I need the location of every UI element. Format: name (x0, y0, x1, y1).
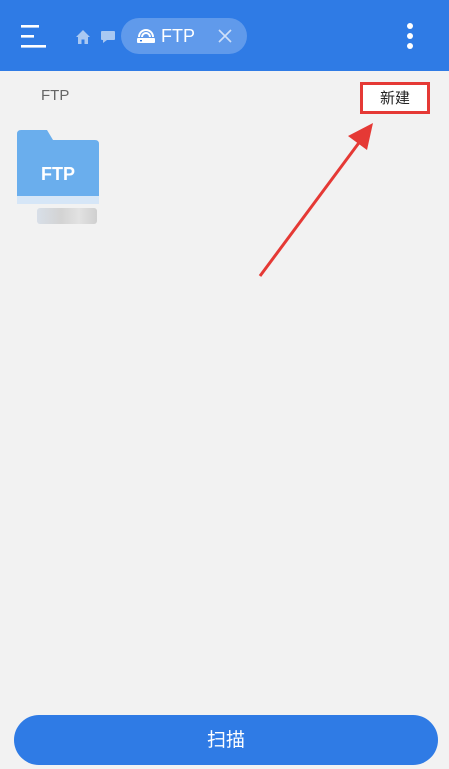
storage-icon[interactable] (100, 29, 116, 43)
annotation-arrow (258, 123, 373, 277)
more-dot (407, 43, 413, 49)
app-window: FTP FTP 新建 FTP 扫描 (0, 0, 449, 769)
home-icon[interactable] (74, 28, 92, 46)
more-dot (407, 33, 413, 39)
folder-name (37, 208, 97, 224)
scan-button[interactable]: 扫描 (14, 715, 438, 765)
breadcrumb: FTP (41, 87, 70, 104)
hamburger-menu-icon[interactable] (18, 22, 50, 52)
folder-icon-label: FTP (41, 164, 75, 184)
tab-label: FTP (161, 26, 195, 46)
ftp-network-icon (136, 28, 156, 44)
tab-ftp[interactable]: FTP (121, 18, 247, 54)
new-button[interactable]: 新建 (360, 82, 430, 114)
more-dot (407, 23, 413, 29)
top-bar: FTP (0, 0, 449, 71)
close-icon[interactable] (217, 28, 233, 44)
ftp-folder-icon: FTP (17, 130, 99, 204)
more-vert-icon[interactable] (398, 22, 422, 50)
list-item[interactable]: FTP (17, 130, 99, 230)
